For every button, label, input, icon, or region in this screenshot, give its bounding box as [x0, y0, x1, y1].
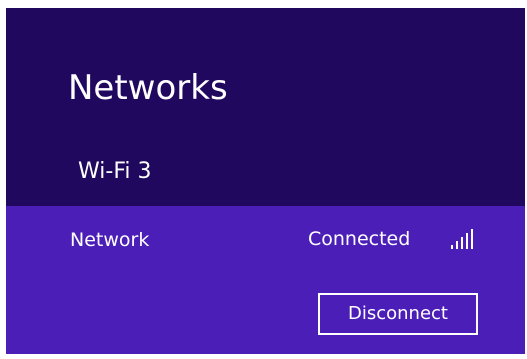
panel-title: Networks — [68, 68, 228, 108]
network-name: Network — [70, 229, 150, 251]
wifi-signal-bars-icon — [451, 229, 473, 249]
wifi-connection-header[interactable]: Wi-Fi 3 — [78, 158, 151, 186]
disconnect-button[interactable]: Disconnect — [318, 293, 478, 335]
network-list-item[interactable]: Network Connected Disconnect — [6, 206, 525, 354]
network-status: Connected — [308, 228, 411, 250]
